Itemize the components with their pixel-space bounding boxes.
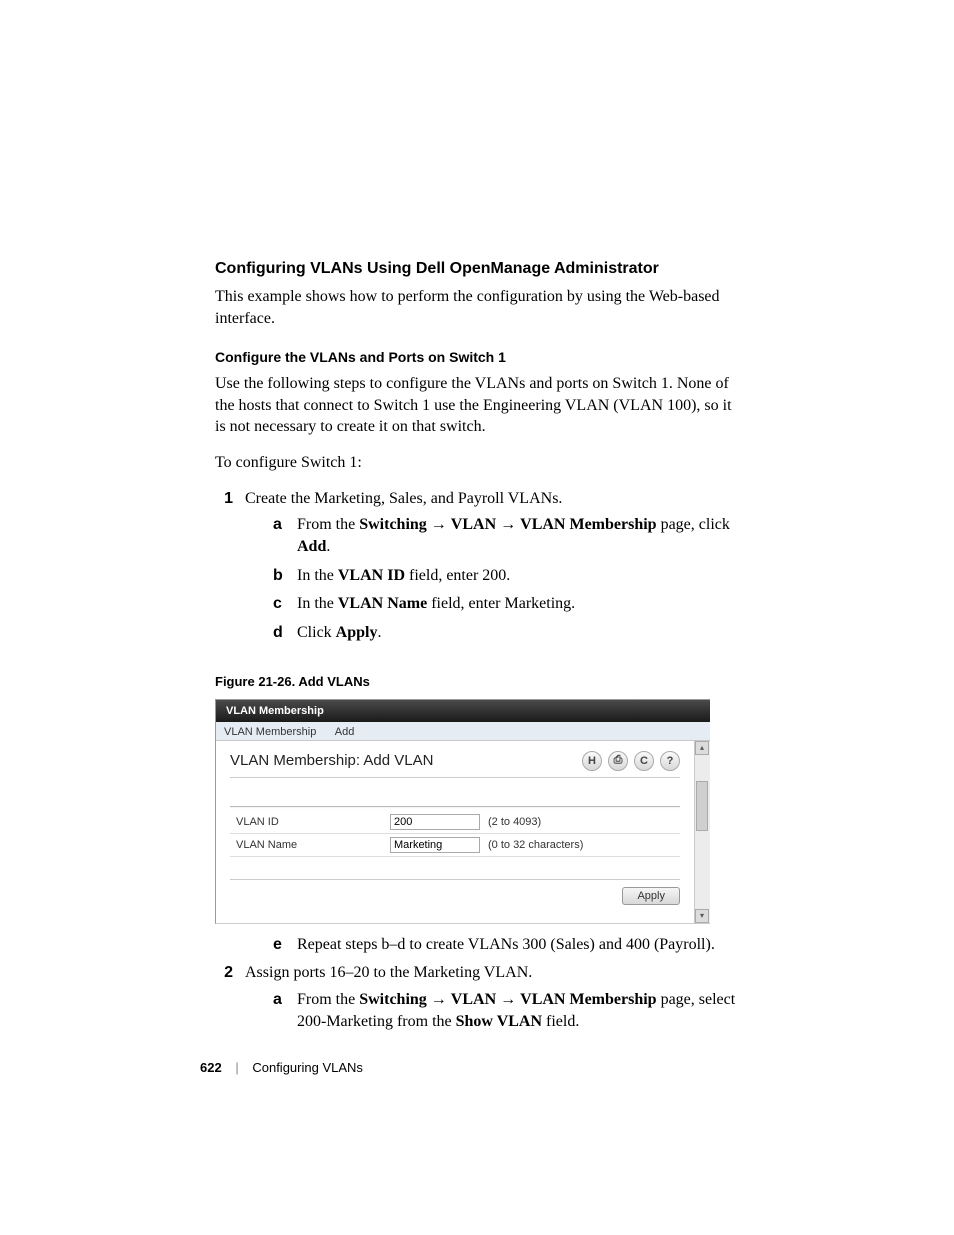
figure-screenshot: VLAN Membership VLAN Membership Add VLAN… [215,699,710,924]
scroll-thumb[interactable] [696,781,708,831]
panel-title: VLAN Membership: Add VLAN [230,752,433,769]
vlan-id-input[interactable] [390,814,480,830]
substep-text: In the VLAN ID field, enter 200. [297,565,739,587]
form-row-vlan-name: VLAN Name (0 to 32 characters) [230,834,680,857]
substep-letter: a [273,989,297,1034]
save-icon[interactable]: H [582,751,602,771]
window-titlebar: VLAN Membership [216,700,710,722]
substep-letter: e [273,934,297,956]
substep-text: Click Apply. [297,622,739,644]
field-label: VLAN ID [230,816,390,828]
substep-text: From the Switching → VLAN → VLAN Members… [297,514,739,559]
body-paragraph: To configure Switch 1: [215,452,739,474]
refresh-icon[interactable]: C [634,751,654,771]
scroll-up-icon[interactable]: ▴ [695,741,709,755]
step-text: Create the Marketing, Sales, and Payroll… [245,490,562,507]
intro-paragraph: This example shows how to perform the co… [215,286,739,329]
divider [230,777,680,778]
apply-button[interactable]: Apply [622,887,680,905]
print-icon[interactable]: ⎙ [608,751,628,771]
step-number: 2 [215,962,245,1039]
substep-text: From the Switching → VLAN → VLAN Members… [297,989,739,1034]
tab-add[interactable]: Add [335,726,355,738]
step-number: 1 [215,488,245,650]
footer-separator: | [225,1060,248,1075]
page-footer: 622 | Configuring VLANs [200,1060,363,1075]
footer-title: Configuring VLANs [252,1060,363,1075]
substep-text: In the VLAN Name field, enter Marketing. [297,593,739,615]
substep-letter: b [273,565,297,587]
form-row-vlan-id: VLAN ID (2 to 4093) [230,811,680,834]
scrollbar[interactable]: ▴ ▾ [694,741,710,923]
tab-bar: VLAN Membership Add [216,722,710,741]
vlan-name-input[interactable] [390,837,480,853]
substep-text: Repeat steps b–d to create VLANs 300 (Sa… [297,934,739,956]
step-text: Assign ports 16–20 to the Marketing VLAN… [245,964,532,981]
help-icon[interactable]: ? [660,751,680,771]
scroll-down-icon[interactable]: ▾ [695,909,709,923]
section-heading: Configuring VLANs Using Dell OpenManage … [215,260,739,278]
figure-caption: Figure 21-26. Add VLANs [215,674,739,689]
field-hint: (0 to 32 characters) [480,839,583,851]
substep-letter: d [273,622,297,644]
divider [230,806,680,807]
body-paragraph: Use the following steps to configure the… [215,373,739,438]
page-number: 622 [200,1060,222,1075]
subsection-heading: Configure the VLANs and Ports on Switch … [215,349,739,365]
field-label: VLAN Name [230,839,390,851]
tab-vlan-membership[interactable]: VLAN Membership [224,726,316,738]
substep-letter: a [273,514,297,559]
substep-letter: c [273,593,297,615]
field-hint: (2 to 4093) [480,816,541,828]
